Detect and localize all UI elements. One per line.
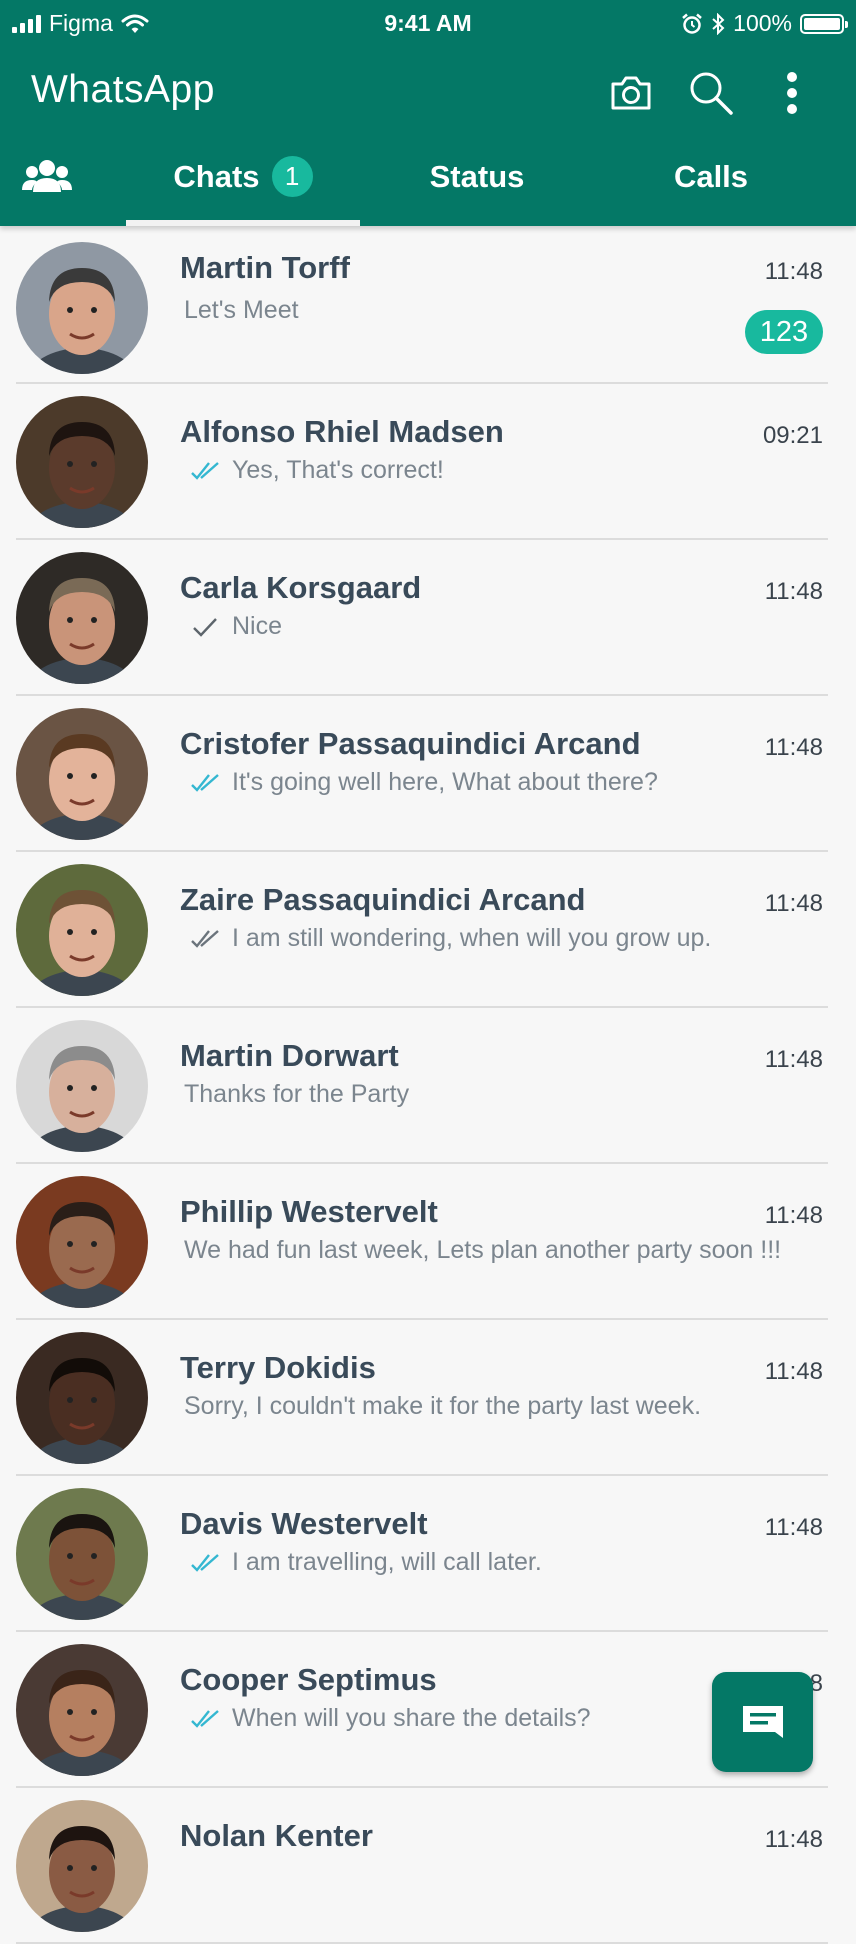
chat-preview: Sorry, I couldn't make it for the party … xyxy=(184,1392,701,1421)
avatar[interactable] xyxy=(16,1020,148,1152)
chat-preview: Let's Meet xyxy=(184,296,299,325)
chat-preview-text: It's going well here, What about there? xyxy=(232,768,658,796)
bluetooth-icon xyxy=(712,12,725,35)
avatar[interactable] xyxy=(16,864,148,996)
chat-preview-text: Nice xyxy=(232,612,283,640)
read-ticks-icon xyxy=(188,460,224,482)
chat-name: Martin Torff xyxy=(180,250,350,285)
tab-status-label: Status xyxy=(429,159,525,194)
app-title: WhatsApp xyxy=(31,68,215,111)
avatar[interactable] xyxy=(16,1176,148,1308)
chat-row[interactable]: Nolan Kenter 11:48 xyxy=(0,1788,856,1944)
avatar[interactable] xyxy=(16,1644,148,1776)
chat-time: 11:48 xyxy=(764,1358,823,1385)
avatar[interactable] xyxy=(16,242,148,374)
tab-status[interactable]: Status xyxy=(360,150,594,226)
avatar[interactable] xyxy=(16,396,148,528)
chat-time: 11:48 xyxy=(764,578,823,605)
battery-icon xyxy=(800,13,848,34)
new-chat-button[interactable] xyxy=(712,1672,813,1772)
chat-time: 09:21 xyxy=(762,422,823,449)
chat-preview-text: Let's Meet xyxy=(184,296,299,324)
avatar[interactable] xyxy=(16,552,148,684)
camera-icon[interactable] xyxy=(606,66,656,120)
chat-row[interactable]: Martin Torff 11:48 Let's Meet 123 xyxy=(0,228,856,384)
chat-time: 11:48 xyxy=(764,1514,823,1541)
chat-preview-text: Sorry, I couldn't make it for the party … xyxy=(184,1392,702,1420)
chat-row[interactable]: Davis Westervelt 11:48 I am travelling, wi… xyxy=(0,1476,856,1632)
chat-name: Martin Dorwart xyxy=(180,1038,399,1073)
tab-chats[interactable]: Chats 1 xyxy=(126,150,360,226)
chat-name: Davis Westervelt xyxy=(180,1506,428,1541)
chat-preview: Nice xyxy=(184,612,282,641)
delivered-ticks-icon xyxy=(188,928,224,950)
tab-chats-badge: 1 xyxy=(271,156,313,197)
read-ticks-icon xyxy=(188,772,224,794)
chat-time: 11:48 xyxy=(764,258,823,285)
tab-calls[interactable]: Calls xyxy=(594,150,828,226)
status-right: 100% xyxy=(681,10,848,37)
chat-preview: I am still wondering, when will you grow… xyxy=(184,924,711,953)
chat-row[interactable]: Carla Korsgaard 11:48 Nice xyxy=(0,540,856,696)
chat-preview-text: I am travelling, will call later. xyxy=(232,1548,542,1576)
chat-preview-text: Yes, That's correct! xyxy=(232,456,444,484)
chat-row[interactable]: Terry Dokidis 11:48 Sorry, I couldn't make… xyxy=(0,1320,856,1476)
read-ticks-icon xyxy=(188,1552,224,1574)
chat-name: Nolan Kenter xyxy=(180,1818,373,1853)
chat-name: Cristofer Passaquindici Arcand xyxy=(180,726,641,761)
chat-time: 11:48 xyxy=(764,1202,823,1229)
new-message-icon xyxy=(742,1706,783,1738)
chat-name: Terry Dokidis xyxy=(180,1350,376,1385)
sent-tick-icon xyxy=(188,616,224,638)
chat-time: 11:48 xyxy=(764,1826,823,1853)
chat-preview: When will you share the details? xyxy=(184,1704,591,1733)
chat-preview-text: I am still wondering, when will you grow… xyxy=(232,924,712,952)
avatar[interactable] xyxy=(16,1800,148,1932)
chat-name: Cooper Septimus xyxy=(180,1662,437,1697)
chat-row[interactable]: Cristofer Passaquindici Arcand 11:48 It's … xyxy=(0,696,856,852)
chat-name: Carla Korsgaard xyxy=(180,570,422,605)
read-ticks-icon xyxy=(188,1708,224,1730)
tab-bar: Chats 1 Status Calls xyxy=(0,150,856,226)
chat-time: 11:48 xyxy=(764,1046,823,1073)
chat-preview: We had fun last week, Lets plan another … xyxy=(184,1236,781,1265)
chat-preview: Thanks for the Party xyxy=(184,1080,409,1109)
chat-preview-text: We had fun last week, Lets plan another … xyxy=(184,1236,782,1264)
chat-preview: Yes, That's correct! xyxy=(184,456,444,485)
chat-preview: I am travelling, will call later. xyxy=(184,1548,542,1577)
avatar[interactable] xyxy=(16,708,148,840)
chat-time: 11:48 xyxy=(764,890,823,917)
chat-row[interactable]: Zaire Passaquindici Arcand 11:48 I am stil… xyxy=(0,852,856,1008)
more-options-icon[interactable] xyxy=(767,66,817,120)
chat-name: Alfonso Rhiel Madsen xyxy=(180,414,504,449)
chat-row[interactable]: Phillip Westervelt 11:48 We had fun last w… xyxy=(0,1164,856,1320)
chat-name: Phillip Westervelt xyxy=(180,1194,438,1229)
chat-name: Zaire Passaquindici Arcand xyxy=(180,882,586,917)
unread-count-badge: 123 xyxy=(745,310,823,354)
avatar[interactable] xyxy=(16,1332,148,1464)
tab-chats-label: Chats xyxy=(173,159,260,194)
battery-percent: 100% xyxy=(733,10,792,36)
chat-preview: It's going well here, What about there? xyxy=(184,768,658,797)
chat-preview-text: Thanks for the Party xyxy=(184,1080,410,1108)
alarm-icon xyxy=(682,13,702,34)
chat-time: 11:48 xyxy=(764,734,823,761)
chat-row[interactable]: Martin Dorwart 11:48 Thanks for the Party xyxy=(0,1008,856,1164)
tab-selected-indicator xyxy=(126,220,360,226)
tab-calls-label: Calls xyxy=(673,159,749,194)
contacts-icon[interactable] xyxy=(22,158,72,203)
chat-row[interactable]: Alfonso Rhiel Madsen 09:21 Yes, That's cor… xyxy=(0,384,856,540)
status-bar: Figma 9:41 AM 100% xyxy=(0,0,856,48)
app-header: Figma 9:41 AM 100% WhatsApp Chats 1 Stat… xyxy=(0,0,856,226)
avatar[interactable] xyxy=(16,1488,148,1620)
chat-preview-text: When will you share the details? xyxy=(232,1704,591,1732)
search-icon[interactable] xyxy=(686,66,736,120)
